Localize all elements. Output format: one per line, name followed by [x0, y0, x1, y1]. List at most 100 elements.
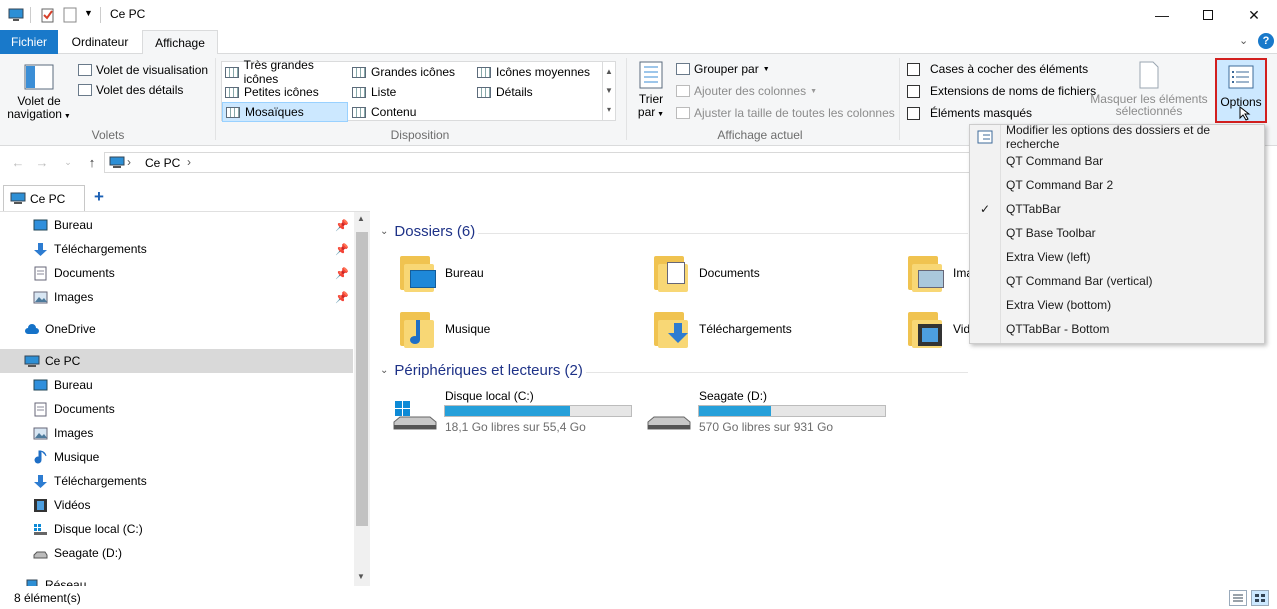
chevron-up-icon[interactable]: ▲: [603, 62, 615, 81]
menu-item[interactable]: QT Command Bar: [971, 149, 1263, 173]
layout-tiles[interactable]: Mosaïques: [222, 102, 348, 122]
navigation-pane-icon: [24, 64, 54, 90]
chevron-up-icon[interactable]: ▲: [357, 214, 365, 223]
nav-item-pictures[interactable]: Images: [0, 421, 353, 445]
nav-item-documents[interactable]: Documents: [0, 397, 353, 421]
maximize-button[interactable]: [1185, 0, 1231, 30]
folders-section-header[interactable]: ⌄ Dossiers (6): [380, 223, 475, 240]
nav-item-onedrive[interactable]: OneDrive: [0, 317, 353, 341]
menu-item[interactable]: QT Command Bar (vertical): [971, 269, 1263, 293]
menu-item[interactable]: Modifier les options des dossiers et de …: [971, 123, 1263, 151]
devices-section-title: Périphériques et lecteurs (2): [394, 362, 583, 379]
tab-computer[interactable]: Ordinateur: [60, 30, 140, 54]
nav-item-quick-documents[interactable]: Documents 📌: [0, 261, 353, 285]
layout-details[interactable]: Détails: [474, 82, 598, 102]
details-view-button[interactable]: [1229, 590, 1247, 606]
sort-by-button[interactable]: Trier par ▼: [634, 60, 668, 126]
breadcrumb-item[interactable]: Ce PC: [145, 156, 180, 170]
folder-tile-pictures[interactable]: Ima: [906, 254, 970, 294]
chevron-down-icon[interactable]: ▼: [603, 81, 615, 100]
navigation-pane-button[interactable]: Volet de navigation ▼: [6, 60, 72, 126]
layout-large-icons[interactable]: Grandes icônes: [349, 62, 473, 82]
file-extensions-toggle[interactable]: Extensions de noms de fichiers: [907, 82, 1096, 100]
qttab-ce-pc[interactable]: Ce PC: [3, 185, 85, 211]
group-label-panes: Volets: [91, 128, 125, 142]
fit-columns-button[interactable]: Ajuster la taille de toutes les colonnes: [676, 104, 895, 122]
pin-icon[interactable]: 📌: [335, 219, 349, 232]
layout-medium-icons[interactable]: Icônes moyennes: [474, 62, 598, 82]
hide-selected-button[interactable]: Masquer les éléments sélectionnés: [1090, 60, 1208, 118]
item-checkboxes-toggle[interactable]: Cases à cocher des éléments: [907, 60, 1088, 78]
nav-item-local-disk[interactable]: Disque local (C:): [0, 517, 353, 541]
pin-icon[interactable]: 📌: [335, 291, 349, 304]
minimize-button[interactable]: —: [1139, 0, 1185, 30]
content-icon: [352, 106, 366, 118]
recent-locations-button[interactable]: ⌄: [58, 152, 78, 172]
menu-item[interactable]: QT Command Bar 2: [971, 173, 1263, 197]
gallery-scroll[interactable]: ▲ ▼ ▾: [602, 62, 615, 120]
preview-pane-button[interactable]: Volet de visualisation: [78, 61, 208, 79]
tiles-view-button[interactable]: [1251, 590, 1269, 606]
menu-item[interactable]: QTTabBar - Bottom: [971, 317, 1263, 341]
layout-content[interactable]: Contenu: [349, 102, 473, 122]
tab-view[interactable]: Affichage: [142, 30, 218, 55]
quick-access-dropdown-icon[interactable]: ▼: [84, 8, 93, 18]
menu-item[interactable]: Extra View (bottom): [971, 293, 1263, 317]
devices-section-header[interactable]: ⌄ Périphériques et lecteurs (2): [380, 362, 583, 379]
close-button[interactable]: ✕: [1231, 0, 1277, 30]
new-tab-button[interactable]: +: [94, 187, 104, 207]
group-by-button[interactable]: Grouper par ▼: [676, 60, 770, 78]
nav-item-quick-downloads[interactable]: Téléchargements 📌: [0, 237, 353, 261]
nav-item-quick-desktop[interactable]: Bureau 📌: [0, 213, 353, 237]
checkbox[interactable]: [907, 62, 920, 76]
nav-item-videos[interactable]: Vidéos: [0, 493, 353, 517]
back-button[interactable]: ←: [8, 152, 28, 172]
tab-file[interactable]: Fichier: [0, 30, 58, 54]
gallery-more-icon[interactable]: ▾: [603, 100, 615, 119]
menu-item[interactable]: ✓ QTTabBar: [971, 197, 1263, 221]
ribbon-collapse-icon[interactable]: ⌄: [1239, 34, 1248, 47]
menu-item-label: Modifier les options des dossiers et de …: [1006, 123, 1211, 151]
layout-extra-large-icons[interactable]: Très grandes icônes: [222, 58, 348, 86]
menu-item[interactable]: Extra View (left): [971, 245, 1263, 269]
navigation-pane-label2: navigation: [7, 107, 62, 121]
breadcrumb-separator[interactable]: ›: [187, 155, 191, 169]
up-button[interactable]: ↑: [82, 152, 102, 172]
nav-item-label: Musique: [54, 450, 100, 464]
folder-tile-desktop[interactable]: Bureau: [398, 254, 628, 294]
folder-tile-documents[interactable]: Documents: [652, 254, 882, 294]
nav-item-this-pc[interactable]: Ce PC: [0, 349, 353, 373]
folder-tile-videos[interactable]: Vid: [906, 310, 970, 350]
folder-tile-downloads[interactable]: Téléchargements: [652, 310, 882, 350]
menu-item[interactable]: QT Base Toolbar: [971, 221, 1263, 245]
scrollbar-thumb[interactable]: [356, 232, 368, 526]
nav-item-network[interactable]: Réseau: [0, 573, 353, 586]
fit-columns-icon: [676, 107, 690, 119]
chevron-down-icon[interactable]: ▼: [357, 572, 365, 581]
layout-list[interactable]: Liste: [349, 82, 473, 102]
nav-item-music[interactable]: Musique: [0, 445, 353, 469]
nav-item-desktop[interactable]: Bureau: [0, 373, 353, 397]
drive-tile-c[interactable]: Disque local (C:) 18,1 Go libres sur 55,…: [392, 388, 637, 434]
options-button[interactable]: Options: [1215, 58, 1267, 123]
help-icon[interactable]: ?: [1258, 33, 1274, 49]
nav-item-seagate[interactable]: Seagate (D:): [0, 541, 353, 565]
checkbox[interactable]: [907, 106, 920, 120]
new-folder-icon[interactable]: [63, 7, 77, 23]
nav-item-quick-pictures[interactable]: Images 📌: [0, 285, 353, 309]
pin-icon[interactable]: 📌: [335, 243, 349, 256]
nav-item-downloads[interactable]: Téléchargements: [0, 469, 353, 493]
folder-tile-music[interactable]: Musique: [398, 310, 628, 350]
folder-options-icon: [977, 130, 993, 144]
forward-button[interactable]: →: [32, 152, 52, 172]
properties-icon[interactable]: [41, 7, 55, 23]
add-columns-button[interactable]: Ajouter des colonnes ▼: [676, 82, 817, 100]
hidden-items-toggle[interactable]: Éléments masqués: [907, 104, 1032, 122]
drive-tile-d[interactable]: Seagate (D:) 570 Go libres sur 931 Go: [646, 388, 891, 434]
address-bar[interactable]: › Ce PC ›: [104, 152, 970, 173]
network-icon: [26, 579, 38, 586]
pin-icon[interactable]: 📌: [335, 267, 349, 280]
mouse-cursor-icon: [1239, 106, 1251, 121]
checkbox[interactable]: [907, 84, 920, 98]
details-pane-button[interactable]: Volet des détails: [78, 81, 183, 99]
